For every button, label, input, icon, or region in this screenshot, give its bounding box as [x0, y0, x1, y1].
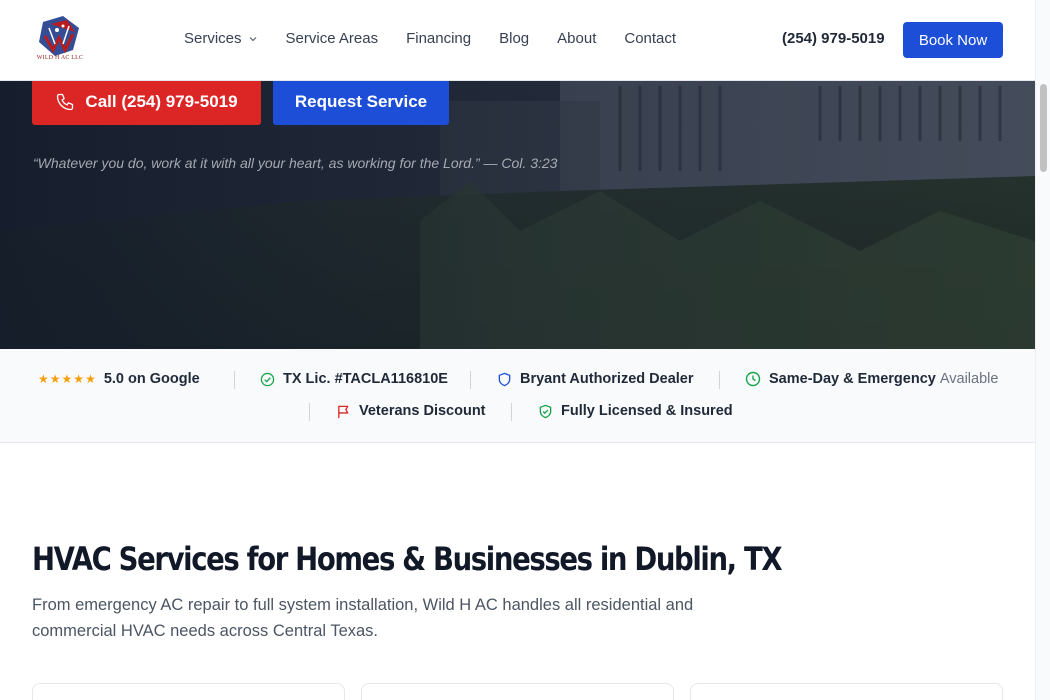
emergency-suffix: Available	[939, 371, 999, 387]
call-button-label: Call (254) 979-5019	[85, 92, 238, 111]
hero-section: Call (254) 979-5019 Request Service “Wha…	[0, 81, 1035, 349]
trust-bar: ★ ★ ★ ★ ★ 5.0 on Google TX Lic. #TACLA116810…	[0, 349, 1035, 443]
service-card[interactable]	[32, 683, 345, 700]
emergency-text: Same-Day & Emergency	[769, 371, 936, 387]
insured-text: Fully Licensed & Insured	[561, 403, 733, 419]
logo-text: WILD H AC LLC	[36, 55, 84, 61]
call-button[interactable]: Call (254) 979-5019	[32, 81, 261, 125]
nav-service-areas[interactable]: Service Areas	[286, 30, 379, 47]
main-nav: Services Service Areas Financing Blog Ab…	[184, 30, 676, 47]
scrollbar-thumb[interactable]	[1040, 84, 1047, 172]
trust-license: TX Lic. #TACLA116810E	[260, 371, 448, 387]
header-phone-link[interactable]: (254) 979-5019	[782, 30, 885, 47]
services-heading: HVAC Services for Homes & Businesses in …	[32, 540, 783, 578]
divider	[719, 371, 720, 389]
trust-insured: Fully Licensed & Insured	[538, 403, 733, 419]
check-circle-icon	[260, 372, 275, 386]
divider	[234, 371, 235, 389]
nav-contact[interactable]: Contact	[624, 30, 676, 47]
book-now-button[interactable]: Book Now	[903, 22, 1003, 58]
phone-icon	[57, 93, 74, 111]
nav-services[interactable]: Services	[184, 30, 258, 47]
nav-label: Service Areas	[285, 30, 379, 47]
nav-financing[interactable]: Financing	[406, 30, 471, 47]
flag-icon	[338, 405, 349, 418]
divider	[470, 371, 471, 389]
service-card[interactable]	[690, 683, 1003, 700]
hero-quote: “Whatever you do, work at it with all yo…	[33, 155, 558, 171]
rating-text: 5.0 on Google	[103, 371, 200, 387]
nav-label: Services	[184, 30, 242, 47]
request-service-button[interactable]: Request Service	[273, 81, 449, 125]
shield-check-icon	[539, 404, 552, 418]
trust-veterans: Veterans Discount	[336, 403, 486, 419]
divider	[309, 403, 310, 421]
shield-icon	[498, 372, 511, 386]
nav-label: Financing	[406, 30, 472, 47]
page-scrollbar[interactable]	[1035, 0, 1050, 700]
trust-emergency: Same-Day & Emergency Available	[745, 371, 998, 387]
nav-about[interactable]: About	[557, 30, 596, 47]
clock-icon	[745, 371, 761, 387]
dealer-text: Bryant Authorized Dealer	[520, 371, 694, 387]
service-card[interactable]	[361, 683, 674, 700]
divider	[511, 403, 512, 421]
star-rating-icon: ★ ★ ★ ★ ★	[38, 372, 96, 386]
nav-label: About	[557, 30, 597, 47]
chevron-down-icon	[249, 36, 256, 41]
trust-rating: ★ ★ ★ ★ ★ 5.0 on Google	[38, 371, 200, 387]
site-header: WILD H AC LLC Services Service Areas Fin…	[0, 0, 1035, 81]
veterans-text: Veterans Discount	[359, 403, 486, 419]
trust-dealer: Bryant Authorized Dealer	[497, 371, 694, 387]
nav-label: Contact	[624, 30, 677, 47]
nav-label: Blog	[499, 30, 530, 47]
license-text: TX Lic. #TACLA116810E	[283, 371, 448, 387]
services-description: From emergency AC repair to full system …	[32, 596, 694, 640]
nav-blog[interactable]: Blog	[499, 30, 529, 47]
